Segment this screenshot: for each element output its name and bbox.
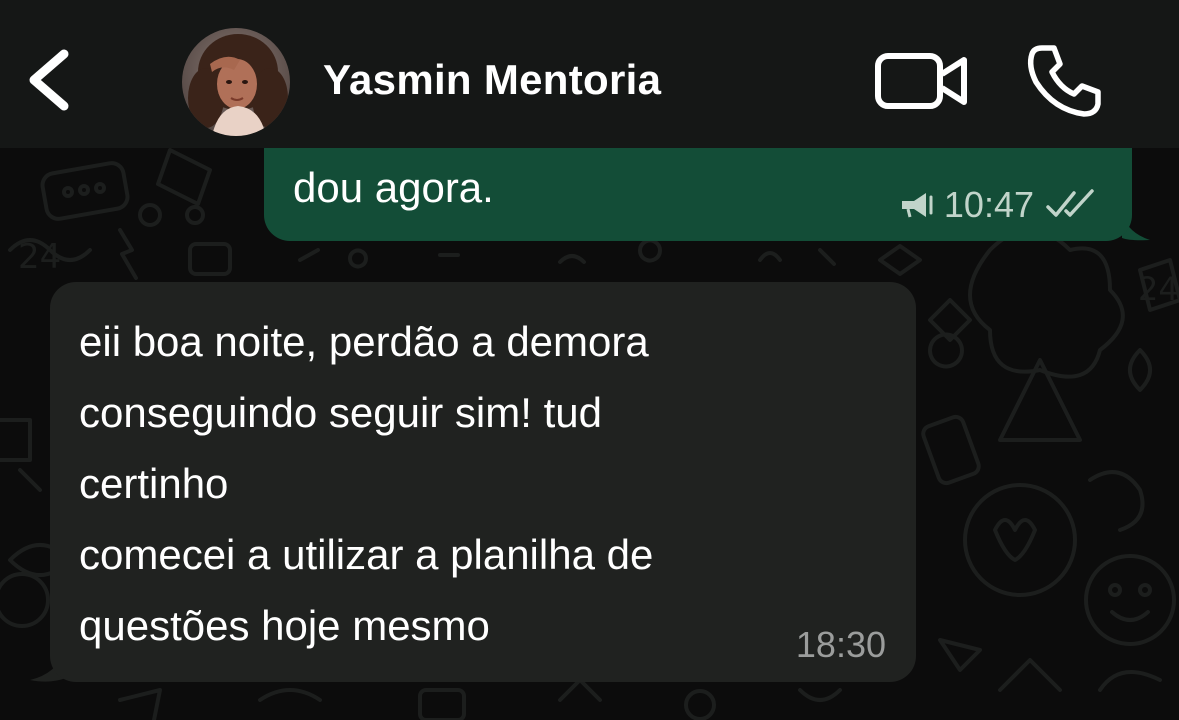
avatar[interactable] [182, 28, 290, 136]
megaphone-icon [901, 193, 933, 218]
message-time: 18:30 [795, 624, 886, 665]
svg-text:24: 24 [1138, 270, 1179, 308]
contact-photo [182, 28, 290, 136]
message-text: dou agora. [293, 164, 494, 211]
chevron-left-icon [29, 49, 69, 111]
voice-call-button[interactable] [1024, 42, 1104, 118]
video-call-button[interactable] [872, 46, 972, 116]
contact-name[interactable]: Yasmin Mentoria [323, 56, 661, 104]
chat-screen: 24 24 Yasmin Mentoria dou agora. 10:47 e… [0, 0, 1179, 720]
message-meta: 10:47 [898, 184, 1102, 226]
back-button[interactable] [20, 40, 80, 120]
svg-text:24: 24 [18, 237, 61, 277]
double-check-read-icon [1046, 189, 1094, 217]
message-text: eii boa noite, perdão a demora conseguin… [79, 318, 654, 649]
phone-icon [1027, 45, 1101, 117]
incoming-message[interactable]: eii boa noite, perdão a demora conseguin… [50, 282, 916, 682]
message-time: 10:47 [943, 184, 1034, 225]
chat-header: Yasmin Mentoria [0, 0, 1179, 148]
video-camera-icon [875, 53, 967, 109]
